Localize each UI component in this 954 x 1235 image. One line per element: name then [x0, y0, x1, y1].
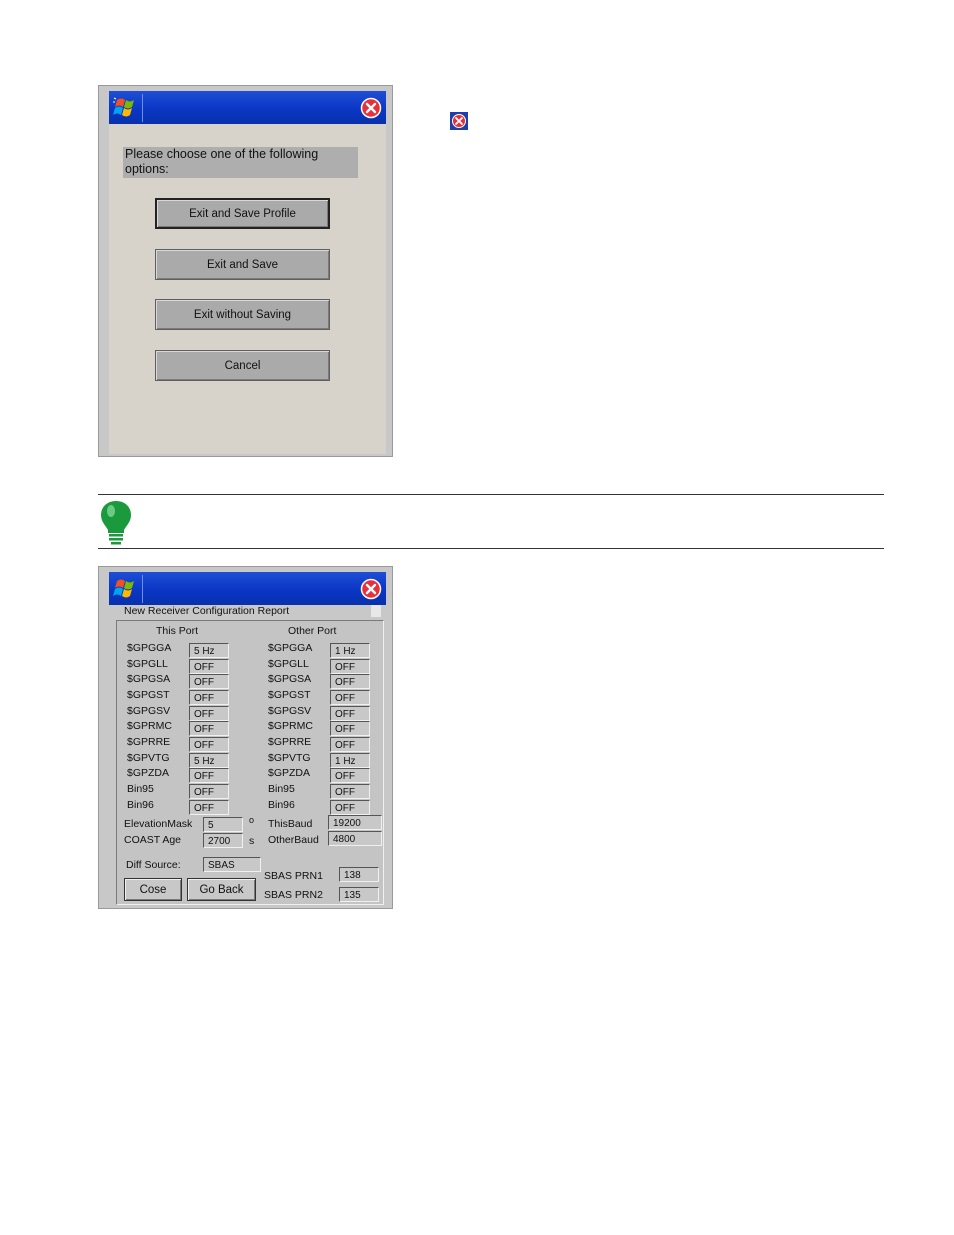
this-baud-label: ThisBaud	[268, 818, 313, 830]
other-port-row-label: $GPGSA	[268, 673, 312, 685]
this-port-row-value[interactable]: OFF	[189, 706, 229, 721]
other-port-row-value[interactable]: OFF	[330, 721, 370, 736]
other-port-row-label: $GPGST	[268, 689, 311, 701]
this-port-row-value[interactable]: OFF	[189, 737, 229, 752]
close-icon	[450, 112, 468, 130]
this-port-heading: This Port	[156, 625, 199, 637]
other-port-heading: Other Port	[288, 625, 337, 637]
elevation-mask-field[interactable]: 5	[203, 817, 243, 832]
other-port-row-label: $GPVTG	[268, 752, 311, 764]
degree-unit: o	[249, 815, 255, 825]
other-port-row-value[interactable]: OFF	[330, 659, 370, 674]
other-port-row-label: $GPRMC	[268, 720, 313, 732]
diff-source-label: Diff Source:	[126, 859, 181, 871]
exit-save-profile-button[interactable]: Exit and Save Profile	[155, 198, 330, 229]
other-port-row-label: Bin96	[268, 799, 295, 811]
this-port-row-label: Bin96	[127, 799, 154, 811]
note-bottom-rule	[98, 548, 884, 549]
sbas-prn1-label: SBAS PRN1	[264, 870, 323, 882]
elevation-mask-label: ElevationMask	[124, 818, 193, 830]
exit-save-button[interactable]: Exit and Save	[155, 249, 330, 280]
this-baud-field[interactable]: 19200	[328, 815, 382, 830]
this-port-row-value[interactable]: 5 Hz	[189, 643, 229, 658]
dialog-body: Please choose one of the following optio…	[109, 124, 386, 454]
other-port-row-label: $GPRRE	[268, 736, 312, 748]
this-port-row-label: $GPGSV	[127, 705, 171, 717]
diff-source-field[interactable]: SBAS	[203, 857, 261, 872]
close-icon[interactable]	[360, 97, 382, 119]
note-top-rule	[98, 494, 884, 495]
other-port-row-value[interactable]: OFF	[330, 800, 370, 815]
other-baud-label: OtherBaud	[268, 834, 319, 846]
this-port-row-value[interactable]: OFF	[189, 800, 229, 815]
coast-age-label: COAST Age	[124, 834, 182, 846]
tab-strip-end	[371, 605, 381, 617]
options-prompt: Please choose one of the following optio…	[123, 147, 358, 178]
this-port-row-value[interactable]: OFF	[189, 784, 229, 799]
other-port-row-value[interactable]: OFF	[330, 784, 370, 799]
other-port-row-value[interactable]: 1 Hz	[330, 643, 370, 658]
exit-options-window: Please choose one of the following optio…	[98, 85, 393, 457]
this-port-row-label: $GPGSA	[127, 673, 171, 685]
exit-without-saving-button[interactable]: Exit without Saving	[155, 299, 330, 330]
this-port-row-label: $GPGST	[127, 689, 170, 701]
other-port-row-value[interactable]: OFF	[330, 674, 370, 689]
this-port-row-label: $GPZDA	[127, 767, 170, 779]
this-port-row-value[interactable]: OFF	[189, 721, 229, 736]
this-port-row-value[interactable]: OFF	[189, 690, 229, 705]
report-panel: This Port Other Port $GPGGA 5 Hz $GPGLL OFF…	[116, 620, 384, 905]
other-port-row-label: $GPGSV	[268, 705, 312, 717]
other-port-row-value[interactable]: OFF	[330, 768, 370, 783]
this-port-row-label: Bin95	[127, 783, 154, 795]
seconds-unit: s	[249, 835, 255, 847]
other-port-row-value[interactable]: 1 Hz	[330, 753, 370, 768]
other-port-row-label: $GPGLL	[268, 658, 309, 670]
tab-strip: New Receiver Configuration Report	[114, 605, 381, 618]
sbas-prn2-field[interactable]: 135	[339, 887, 379, 902]
lightbulb-icon	[101, 501, 131, 545]
title-bar	[109, 572, 386, 605]
other-port-row-label: Bin95	[268, 783, 295, 795]
go-back-button[interactable]: Go Back	[187, 878, 256, 901]
close-icon[interactable]	[360, 578, 382, 600]
sbas-prn2-label: SBAS PRN2	[264, 889, 323, 901]
coast-age-field[interactable]: 2700	[203, 833, 243, 848]
this-port-row-label: $GPRMC	[127, 720, 172, 732]
title-separator	[142, 575, 143, 603]
windows-start-icon[interactable]	[111, 575, 141, 602]
other-port-row-value[interactable]: OFF	[330, 737, 370, 752]
cancel-button[interactable]: Cancel	[155, 350, 330, 381]
this-port-row-value[interactable]: OFF	[189, 674, 229, 689]
other-port-row-value[interactable]: OFF	[330, 706, 370, 721]
close-button[interactable]: Cose	[124, 878, 182, 901]
this-port-row-label: $GPRRE	[127, 736, 171, 748]
tab-config-report[interactable]: New Receiver Configuration Report	[124, 605, 289, 617]
this-port-row-label: $GPGLL	[127, 658, 168, 670]
report-body: New Receiver Configuration Report This P…	[109, 605, 386, 908]
this-port-row-label: $GPVTG	[127, 752, 170, 764]
title-bar	[109, 91, 386, 124]
this-port-row-label: $GPGGA	[127, 642, 172, 654]
title-separator	[142, 94, 143, 122]
other-port-row-value[interactable]: OFF	[330, 690, 370, 705]
this-port-row-value[interactable]: 5 Hz	[189, 753, 229, 768]
other-port-row-label: $GPZDA	[268, 767, 311, 779]
windows-start-icon[interactable]	[111, 94, 141, 121]
this-port-row-value[interactable]: OFF	[189, 659, 229, 674]
other-baud-field[interactable]: 4800	[328, 831, 382, 846]
this-port-row-value[interactable]: OFF	[189, 768, 229, 783]
config-report-window: New Receiver Configuration Report This P…	[98, 566, 393, 909]
other-port-row-label: $GPGGA	[268, 642, 313, 654]
sbas-prn1-field[interactable]: 138	[339, 867, 379, 882]
